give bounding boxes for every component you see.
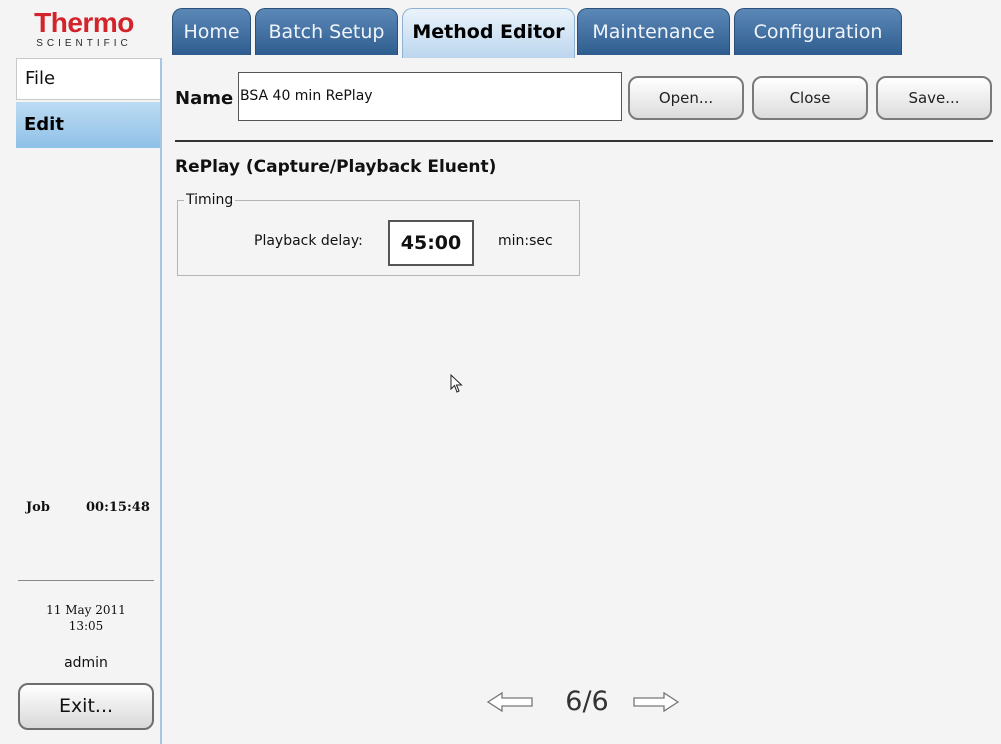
logo-main-text: Thermo: [34, 7, 134, 38]
sidebar-divider: [18, 580, 154, 581]
user-name: admin: [64, 655, 108, 671]
name-label: Name: [175, 88, 234, 109]
playback-delay-unit: min:sec: [498, 233, 553, 249]
playback-delay-input[interactable]: 45:00: [388, 220, 474, 266]
timing-group: Timing Playback delay: 45:00 min:sec: [177, 192, 580, 276]
main-panel: Name BSA 40 min RePlay Open... Close Sav…: [160, 58, 1001, 744]
tab-method-editor[interactable]: Method Editor: [402, 8, 575, 58]
arrow-left-icon[interactable]: [486, 691, 534, 713]
tab-home[interactable]: Home: [172, 8, 251, 55]
job-label: Job: [26, 500, 50, 515]
tab-maintenance[interactable]: Maintenance: [577, 8, 730, 55]
open-button[interactable]: Open...: [628, 76, 744, 120]
arrow-right-icon[interactable]: [632, 691, 680, 713]
time-text: 13:05: [68, 619, 104, 633]
date-time: 11 May 2011 13:05: [18, 602, 154, 634]
page-navigator: 6/6: [486, 683, 686, 723]
exit-button[interactable]: Exit...: [18, 683, 154, 730]
date-text: 11 May 2011: [46, 603, 126, 617]
close-button[interactable]: Close: [752, 76, 868, 120]
tab-configuration[interactable]: Configuration: [734, 8, 902, 55]
playback-delay-label: Playback delay:: [254, 233, 363, 249]
menu-file[interactable]: File: [16, 58, 160, 100]
menu-edit[interactable]: Edit: [16, 102, 160, 148]
job-time: 00:15:48: [86, 500, 150, 515]
top-strip: Thermo SCIENTIFIC Home Batch Setup Metho…: [0, 0, 1001, 58]
tab-batch-setup[interactable]: Batch Setup: [255, 8, 398, 55]
thermo-scientific-logo: Thermo SCIENTIFIC: [14, 8, 154, 50]
timing-legend: Timing: [184, 192, 236, 208]
page-indicator: 6/6: [565, 686, 609, 717]
logo-sub-text: SCIENTIFIC: [36, 38, 132, 49]
mouse-cursor-icon: [450, 374, 463, 393]
left-sidebar: File Edit Job 00:15:48 11 May 2011 13:05…: [0, 58, 160, 744]
save-button[interactable]: Save...: [876, 76, 992, 120]
header-separator: [175, 140, 993, 142]
method-name-field[interactable]: BSA 40 min RePlay: [238, 72, 622, 121]
section-title: RePlay (Capture/Playback Eluent): [175, 157, 497, 177]
